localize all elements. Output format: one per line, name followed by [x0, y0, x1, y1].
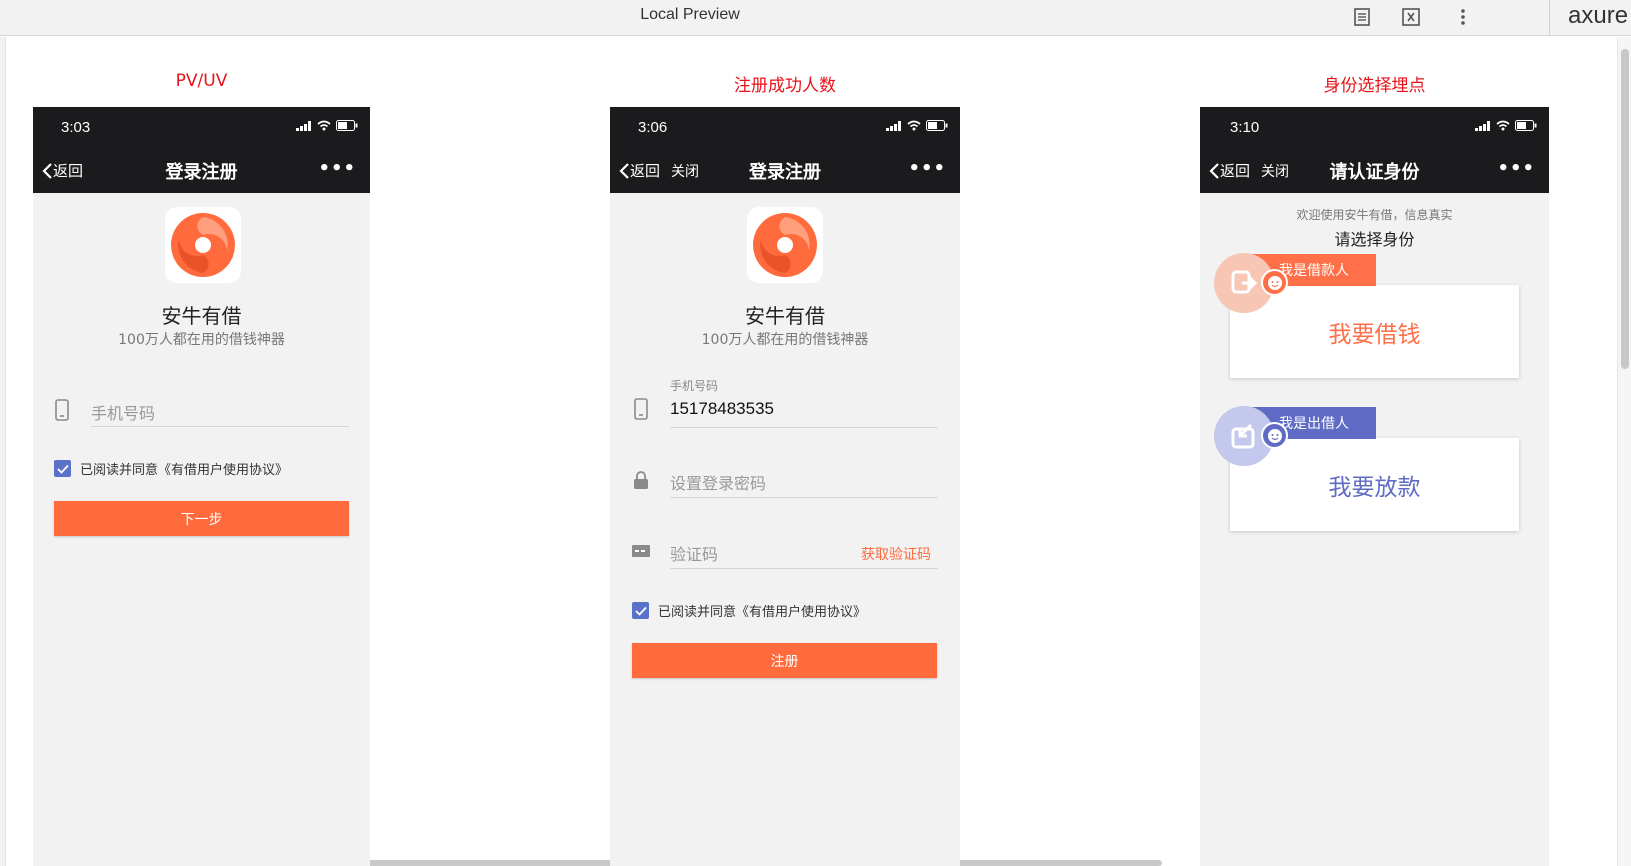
- signal-icon: [886, 120, 901, 131]
- agreement-checkbox[interactable]: [632, 602, 649, 619]
- card-icon: [632, 539, 650, 563]
- password-placeholder: 设置登录密码: [670, 474, 767, 493]
- wifi-icon: [317, 120, 331, 131]
- phone-frame-identity: 3:10 返回 关闭 请认证身份 ••• 欢迎使用安牛有借，信息真实 请选择身份…: [1200, 107, 1549, 866]
- toolbar-divider: [1549, 0, 1550, 36]
- agreement-link[interactable]: 《有借用户使用协议》: [736, 601, 866, 620]
- phone-number-value: 15178483535: [670, 399, 775, 418]
- status-bar: 3:10: [1200, 107, 1549, 147]
- status-time: 3:06: [638, 119, 668, 136]
- face-icon: [1261, 422, 1288, 449]
- lock-icon: [632, 468, 650, 492]
- next-step-button[interactable]: 下一步: [54, 501, 349, 536]
- phone-number-field[interactable]: 手机号码 15178483535: [632, 377, 942, 429]
- status-time: 3:03: [61, 119, 91, 136]
- nav-bar: 返回 登录注册 •••: [33, 147, 370, 193]
- frame-caption-pv-uv: PV/UV: [175, 71, 228, 91]
- agreement-checkbox[interactable]: [54, 460, 71, 477]
- battery-icon: [1515, 120, 1537, 131]
- field-underline: [670, 568, 938, 569]
- app-logo: [165, 207, 241, 283]
- phone-frame-register: 3:06 返回 关闭 登录注册 ••• 安牛有借 100万人都在用的借钱神器 手…: [610, 107, 960, 866]
- agreement-link[interactable]: 《有借用户使用协议》: [158, 459, 288, 478]
- get-code-button[interactable]: 获取验证码: [861, 544, 931, 564]
- password-field[interactable]: 设置登录密码: [632, 468, 942, 508]
- app-name: 安牛有借: [161, 304, 242, 328]
- field-underline: [91, 426, 349, 427]
- more-menu-button[interactable]: •••: [318, 158, 356, 179]
- agreement-text: 已阅读并同意: [658, 605, 737, 620]
- status-bar: 3:06: [610, 107, 960, 147]
- borrower-card[interactable]: 我要借钱: [1230, 285, 1519, 378]
- check-icon: [634, 606, 647, 616]
- app-name: 安牛有借: [745, 304, 825, 328]
- phone-number-label: 手机号码: [670, 379, 719, 393]
- verification-code-placeholder: 验证码: [670, 545, 719, 564]
- more-menu-button[interactable]: •••: [1497, 158, 1535, 179]
- axure-logo: axure: [1568, 2, 1629, 29]
- welcome-text: 欢迎使用安牛有借，信息真实: [1296, 208, 1453, 222]
- app-slogan: 100万人都在用的借钱神器: [118, 332, 285, 348]
- signal-icon: [1475, 120, 1490, 131]
- wifi-icon: [1496, 120, 1510, 131]
- mobile-icon: [53, 398, 71, 422]
- battery-icon: [926, 120, 948, 131]
- field-underline: [670, 427, 938, 428]
- face-icon: [1261, 269, 1288, 296]
- register-button[interactable]: 注册: [632, 643, 937, 678]
- frame-caption-register: 注册成功人数: [734, 76, 836, 96]
- nav-bar: 返回 关闭 登录注册 •••: [610, 147, 960, 193]
- signal-icon: [296, 120, 311, 131]
- frame-caption-identity: 身份选择埋点: [1323, 76, 1426, 96]
- agreement-row: 已阅读并同意 《有借用户使用协议》: [632, 601, 866, 620]
- app-logo: [747, 207, 823, 283]
- agreement-text: 已阅读并同意: [80, 463, 159, 478]
- app-logo-icon: [753, 213, 817, 277]
- battery-icon: [336, 120, 358, 131]
- lender-card[interactable]: 我要放款: [1230, 438, 1519, 531]
- wifi-icon: [907, 120, 921, 131]
- verification-code-field[interactable]: 验证码 获取验证码: [632, 539, 942, 579]
- code-icon[interactable]: [1398, 4, 1424, 30]
- more-vertical-icon[interactable]: [1450, 4, 1476, 30]
- agreement-row: 已阅读并同意 《有借用户使用协议》: [54, 459, 288, 478]
- app-logo-icon: [171, 213, 235, 277]
- check-icon: [56, 464, 69, 474]
- status-time: 3:10: [1230, 119, 1260, 136]
- choose-identity-heading: 请选择身份: [1334, 230, 1415, 249]
- scrollbar-thumb[interactable]: [1621, 49, 1629, 369]
- preview-toolbar: Local Preview axure: [0, 0, 1631, 36]
- field-underline: [670, 497, 938, 498]
- mobile-icon: [632, 397, 650, 421]
- document-icon[interactable]: [1349, 4, 1375, 30]
- app-slogan: 100万人都在用的借钱神器: [701, 332, 869, 348]
- nav-bar: 返回 关闭 请认证身份 •••: [1200, 147, 1549, 193]
- window-title: Local Preview: [640, 6, 740, 23]
- vertical-scrollbar[interactable]: [1617, 37, 1631, 866]
- phone-number-placeholder: 手机号码: [91, 404, 156, 423]
- status-bar: 3:03: [33, 107, 370, 147]
- more-menu-button[interactable]: •••: [908, 158, 946, 179]
- phone-frame-login: 3:03 返回 登录注册 ••• 安牛有借 100万人都在用的借钱神器 手机号码: [33, 107, 370, 866]
- phone-number-field[interactable]: 手机号码: [53, 397, 353, 437]
